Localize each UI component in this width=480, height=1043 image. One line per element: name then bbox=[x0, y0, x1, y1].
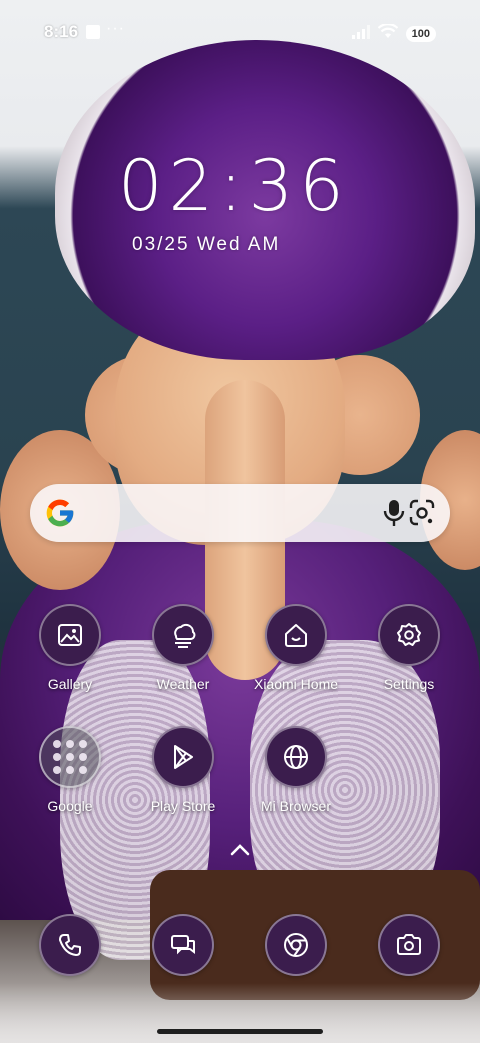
app-label-gallery: Gallery bbox=[47, 676, 93, 692]
google-search-bar[interactable] bbox=[30, 484, 450, 542]
globe-icon bbox=[265, 726, 327, 788]
google-logo-icon bbox=[44, 497, 76, 534]
app-xiaomi-home[interactable]: Xiaomi Home bbox=[248, 604, 344, 692]
more-notifications-icon: ··· bbox=[106, 20, 125, 37]
weather-icon bbox=[152, 604, 214, 666]
dock-chrome[interactable] bbox=[248, 914, 344, 976]
status-bar: 8:16 ··· 100 bbox=[0, 0, 480, 64]
clock-widget-date[interactable]: 03/25 Wed AM bbox=[132, 234, 280, 256]
google-lens-icon[interactable] bbox=[408, 498, 436, 533]
gallery-icon bbox=[39, 604, 101, 666]
search-input[interactable] bbox=[100, 494, 364, 534]
microphone-icon[interactable] bbox=[380, 498, 408, 533]
dock-phone[interactable] bbox=[22, 914, 118, 976]
clock-widget-time[interactable]: 02:36 bbox=[118, 145, 350, 227]
app-label-play-store: Play Store bbox=[150, 798, 216, 814]
app-label-xiaomi-home: Xiaomi Home bbox=[253, 676, 339, 692]
dock-camera[interactable] bbox=[361, 914, 457, 976]
dock-messages[interactable] bbox=[135, 914, 231, 976]
app-drawer-chevron-up-icon[interactable] bbox=[226, 840, 254, 865]
wifi-icon bbox=[377, 23, 398, 44]
app-label-google: Google bbox=[47, 798, 93, 814]
app-label-settings: Settings bbox=[383, 676, 435, 692]
signal-icon bbox=[351, 24, 370, 44]
notification-icon bbox=[86, 25, 100, 39]
messages-icon bbox=[152, 914, 214, 976]
xiaomi-home-icon bbox=[265, 604, 327, 666]
phone-icon bbox=[39, 914, 101, 976]
app-label-mi-browser: Mi Browser bbox=[260, 798, 331, 814]
app-mi-browser[interactable]: Mi Browser bbox=[248, 726, 344, 814]
folder-google[interactable]: Google bbox=[22, 726, 118, 814]
camera-icon bbox=[378, 914, 440, 976]
app-play-store[interactable]: Play Store bbox=[135, 726, 231, 814]
folder-icon bbox=[39, 726, 101, 788]
battery-indicator: 100 bbox=[405, 26, 436, 42]
home-gesture-bar[interactable] bbox=[157, 1029, 323, 1034]
status-time: 8:16 bbox=[44, 22, 79, 41]
app-weather[interactable]: Weather bbox=[135, 604, 231, 692]
app-gallery[interactable]: Gallery bbox=[22, 604, 118, 692]
gear-icon bbox=[378, 604, 440, 666]
app-settings[interactable]: Settings bbox=[361, 604, 457, 692]
chrome-icon bbox=[265, 914, 327, 976]
play-store-icon bbox=[152, 726, 214, 788]
app-label-weather: Weather bbox=[156, 676, 210, 692]
